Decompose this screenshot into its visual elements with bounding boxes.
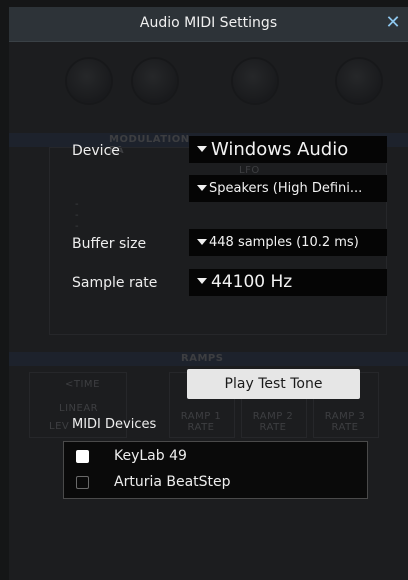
output-dropdown[interactable]: Speakers (High Defini...: [189, 175, 387, 202]
dropdown-arrow-icon: [197, 146, 207, 152]
sample-rate-label: Sample rate: [72, 275, 158, 291]
audio-midi-settings-dialog: MODULATION PA LFO RATE --- RAMPS <TIME L…: [9, 7, 408, 580]
background-label: <TIME: [65, 379, 100, 390]
sample-rate-value: 44100 Hz: [211, 272, 293, 292]
device-value: Windows Audio: [211, 139, 349, 160]
background-knob: [337, 59, 381, 103]
background-label: RAMP 2 RATE: [252, 411, 294, 433]
background-heading: RAMPS: [181, 353, 224, 364]
device-dropdown[interactable]: Windows Audio: [189, 136, 387, 163]
background-label: RAMP 3 RATE: [324, 411, 366, 433]
midi-device-arturia-beatstep[interactable]: Arturia BeatStep: [64, 470, 367, 496]
buffer-size-label: Buffer size: [72, 236, 147, 252]
background-label: RAMP 1 RATE: [180, 411, 222, 433]
close-icon[interactable]: ✕: [384, 14, 402, 32]
output-value: Speakers (High Defini...: [209, 181, 363, 196]
title-bar: Audio MIDI Settings ✕: [9, 7, 408, 42]
background-knob: [233, 59, 277, 103]
dropdown-arrow-icon: [197, 238, 207, 245]
midi-device-name: Arturia BeatStep: [114, 474, 231, 490]
background-knob: [67, 59, 111, 103]
buffer-size-value: 448 samples (10.2 ms): [209, 235, 359, 250]
background-label: LEV: [49, 421, 70, 432]
background-label: LINEAR: [59, 403, 99, 414]
dropdown-arrow-icon: [197, 278, 207, 284]
midi-device-name: KeyLab 49: [114, 448, 187, 464]
midi-devices-label: MIDI Devices: [72, 417, 157, 432]
midi-device-checkbox[interactable]: [76, 476, 89, 489]
device-label: Device: [72, 143, 120, 159]
dialog-title: Audio MIDI Settings: [139, 15, 278, 31]
buffer-size-dropdown[interactable]: 448 samples (10.2 ms): [189, 229, 387, 256]
midi-device-checkbox[interactable]: [76, 450, 89, 463]
background-knob: [133, 59, 177, 103]
midi-devices-list: KeyLab 49 Arturia BeatStep: [63, 441, 368, 499]
background-label: ---: [75, 199, 80, 232]
sample-rate-dropdown[interactable]: 44100 Hz: [189, 269, 387, 296]
midi-device-keylab-49[interactable]: KeyLab 49: [64, 444, 367, 470]
dropdown-arrow-icon: [197, 184, 207, 191]
play-test-tone-button[interactable]: Play Test Tone: [187, 369, 360, 399]
